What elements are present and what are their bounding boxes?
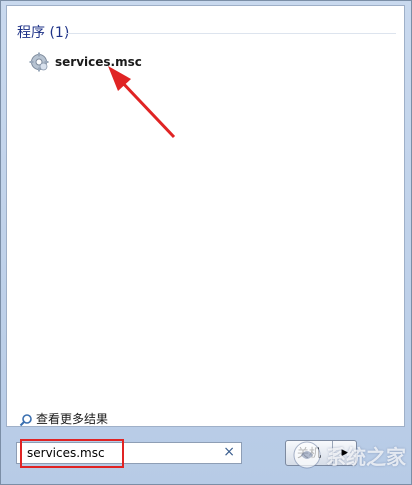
result-label: services.msc (55, 55, 142, 69)
section-divider (65, 33, 396, 34)
watermark-logo-icon (292, 440, 322, 470)
clear-icon[interactable]: × (223, 444, 235, 460)
see-more-results-link[interactable]: 查看更多结果 (19, 410, 108, 427)
magnifier-icon (19, 412, 33, 426)
result-item-services[interactable]: services.msc (29, 50, 142, 74)
gear-icon (29, 52, 49, 72)
see-more-label: 查看更多结果 (36, 412, 109, 426)
search-input-value: services.msc (27, 446, 105, 460)
watermark: 系统之家 (292, 440, 406, 470)
watermark-text: 系统之家 (326, 444, 406, 469)
section-header: 程序 (1) (17, 25, 70, 41)
search-results-panel: 程序 (1) services.msc 查看更多结果 (6, 5, 405, 427)
search-input[interactable]: services.msc × (16, 442, 242, 464)
